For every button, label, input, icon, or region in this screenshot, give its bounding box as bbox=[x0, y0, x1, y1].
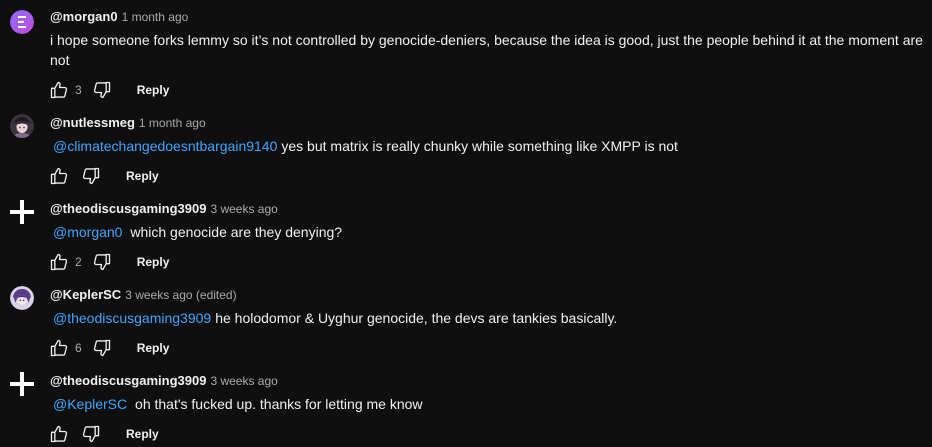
reply-button[interactable]: Reply bbox=[137, 255, 170, 269]
reply-button[interactable]: Reply bbox=[126, 169, 159, 183]
like-button[interactable] bbox=[48, 79, 70, 101]
reply-button[interactable]: Reply bbox=[126, 427, 159, 441]
comment-text: @climatechangedoesntbargain9140 yes but m… bbox=[50, 136, 926, 156]
comment-actions: 3 Reply bbox=[48, 79, 169, 101]
like-button[interactable] bbox=[48, 423, 70, 445]
comment-author[interactable]: @nutlessmeg bbox=[50, 115, 135, 130]
comment-text-content: he holodomor & Uyghur genocide, the devs… bbox=[215, 310, 618, 326]
like-button[interactable] bbox=[48, 337, 70, 359]
mention-link[interactable]: @theodiscusgaming3909 bbox=[50, 310, 213, 326]
avatar[interactable] bbox=[10, 10, 34, 34]
comment-text-content: yes but matrix is really chunky while so… bbox=[281, 138, 678, 154]
comment-header: @theodiscusgaming3909 3 weeks ago bbox=[50, 372, 278, 390]
comment-time[interactable]: 3 weeks ago bbox=[210, 374, 277, 388]
like-button[interactable] bbox=[48, 165, 70, 187]
dislike-button[interactable] bbox=[91, 79, 113, 101]
comment-header: @nutlessmeg 1 month ago bbox=[50, 114, 206, 132]
comment-header: @theodiscusgaming3909 3 weeks ago bbox=[50, 200, 278, 218]
purple-logo-icon bbox=[10, 10, 34, 34]
comment-author[interactable]: @theodiscusgaming3909 bbox=[50, 373, 206, 388]
thumbs-down-icon bbox=[82, 425, 100, 443]
thumbs-up-icon bbox=[50, 253, 68, 271]
thumbs-down-icon bbox=[93, 253, 110, 271]
dislike-button[interactable] bbox=[80, 165, 102, 187]
avatar[interactable] bbox=[10, 286, 34, 310]
comment-time[interactable]: 1 month ago bbox=[122, 10, 189, 24]
plus-icon bbox=[10, 200, 34, 224]
mention-link[interactable]: @climatechangedoesntbargain9140 bbox=[50, 138, 279, 154]
comment-actions: Reply bbox=[48, 423, 159, 445]
anime-character-icon bbox=[10, 114, 34, 138]
reply-button[interactable]: Reply bbox=[137, 341, 170, 355]
comment-text: @KeplerSC oh that's fucked up. thanks fo… bbox=[50, 394, 926, 414]
plus-icon bbox=[10, 372, 34, 396]
like-count: 3 bbox=[75, 83, 82, 97]
thumbs-up-icon bbox=[50, 339, 68, 357]
comment-header: @morgan0 1 month ago bbox=[50, 8, 188, 26]
thumbs-down-icon bbox=[93, 81, 110, 99]
comment-time[interactable]: 3 weeks ago bbox=[210, 202, 277, 216]
comment-time[interactable]: 3 weeks ago (edited) bbox=[125, 288, 236, 302]
comment-author[interactable]: @morgan0 bbox=[50, 9, 118, 24]
thumbs-up-icon bbox=[50, 167, 68, 185]
comment-author[interactable]: @theodiscusgaming3909 bbox=[50, 201, 206, 216]
comment-actions: 2 Reply bbox=[48, 251, 169, 273]
comment-header: @KeplerSC 3 weeks ago (edited) bbox=[50, 286, 237, 304]
thumbs-down-icon bbox=[93, 339, 110, 357]
dislike-button[interactable] bbox=[91, 251, 113, 273]
mention-link[interactable]: @KeplerSC bbox=[50, 396, 129, 412]
like-count: 6 bbox=[75, 341, 82, 355]
comment-text-content: i hope someone forks lemmy so it’s not c… bbox=[50, 32, 923, 68]
comment-actions: 6 Reply bbox=[48, 337, 169, 359]
avatar[interactable] bbox=[10, 372, 34, 396]
avatar[interactable] bbox=[10, 200, 34, 224]
avatar[interactable] bbox=[10, 114, 34, 138]
comment-text-content: which genocide are they denying? bbox=[126, 224, 343, 240]
comment-text: @morgan0 which genocide are they denying… bbox=[50, 222, 926, 242]
thumbs-up-icon bbox=[50, 81, 68, 99]
reply-button[interactable]: Reply bbox=[137, 83, 170, 97]
like-count: 2 bbox=[75, 255, 82, 269]
dislike-button[interactable] bbox=[91, 337, 113, 359]
comment-text-content: oh that's fucked up. thanks for letting … bbox=[131, 396, 423, 412]
comment-author[interactable]: @KeplerSC bbox=[50, 287, 121, 302]
mention-link[interactable]: @morgan0 bbox=[50, 224, 124, 240]
comment-text: @theodiscusgaming3909 he holodomor & Uygh… bbox=[50, 308, 926, 328]
comment-actions: Reply bbox=[48, 165, 159, 187]
comment-time[interactable]: 1 month ago bbox=[139, 116, 206, 130]
anime-character-icon bbox=[10, 286, 34, 310]
thumbs-down-icon bbox=[82, 167, 100, 185]
comment-text: i hope someone forks lemmy so it’s not c… bbox=[50, 30, 926, 70]
dislike-button[interactable] bbox=[80, 423, 102, 445]
thumbs-up-icon bbox=[50, 425, 68, 443]
like-button[interactable] bbox=[48, 251, 70, 273]
